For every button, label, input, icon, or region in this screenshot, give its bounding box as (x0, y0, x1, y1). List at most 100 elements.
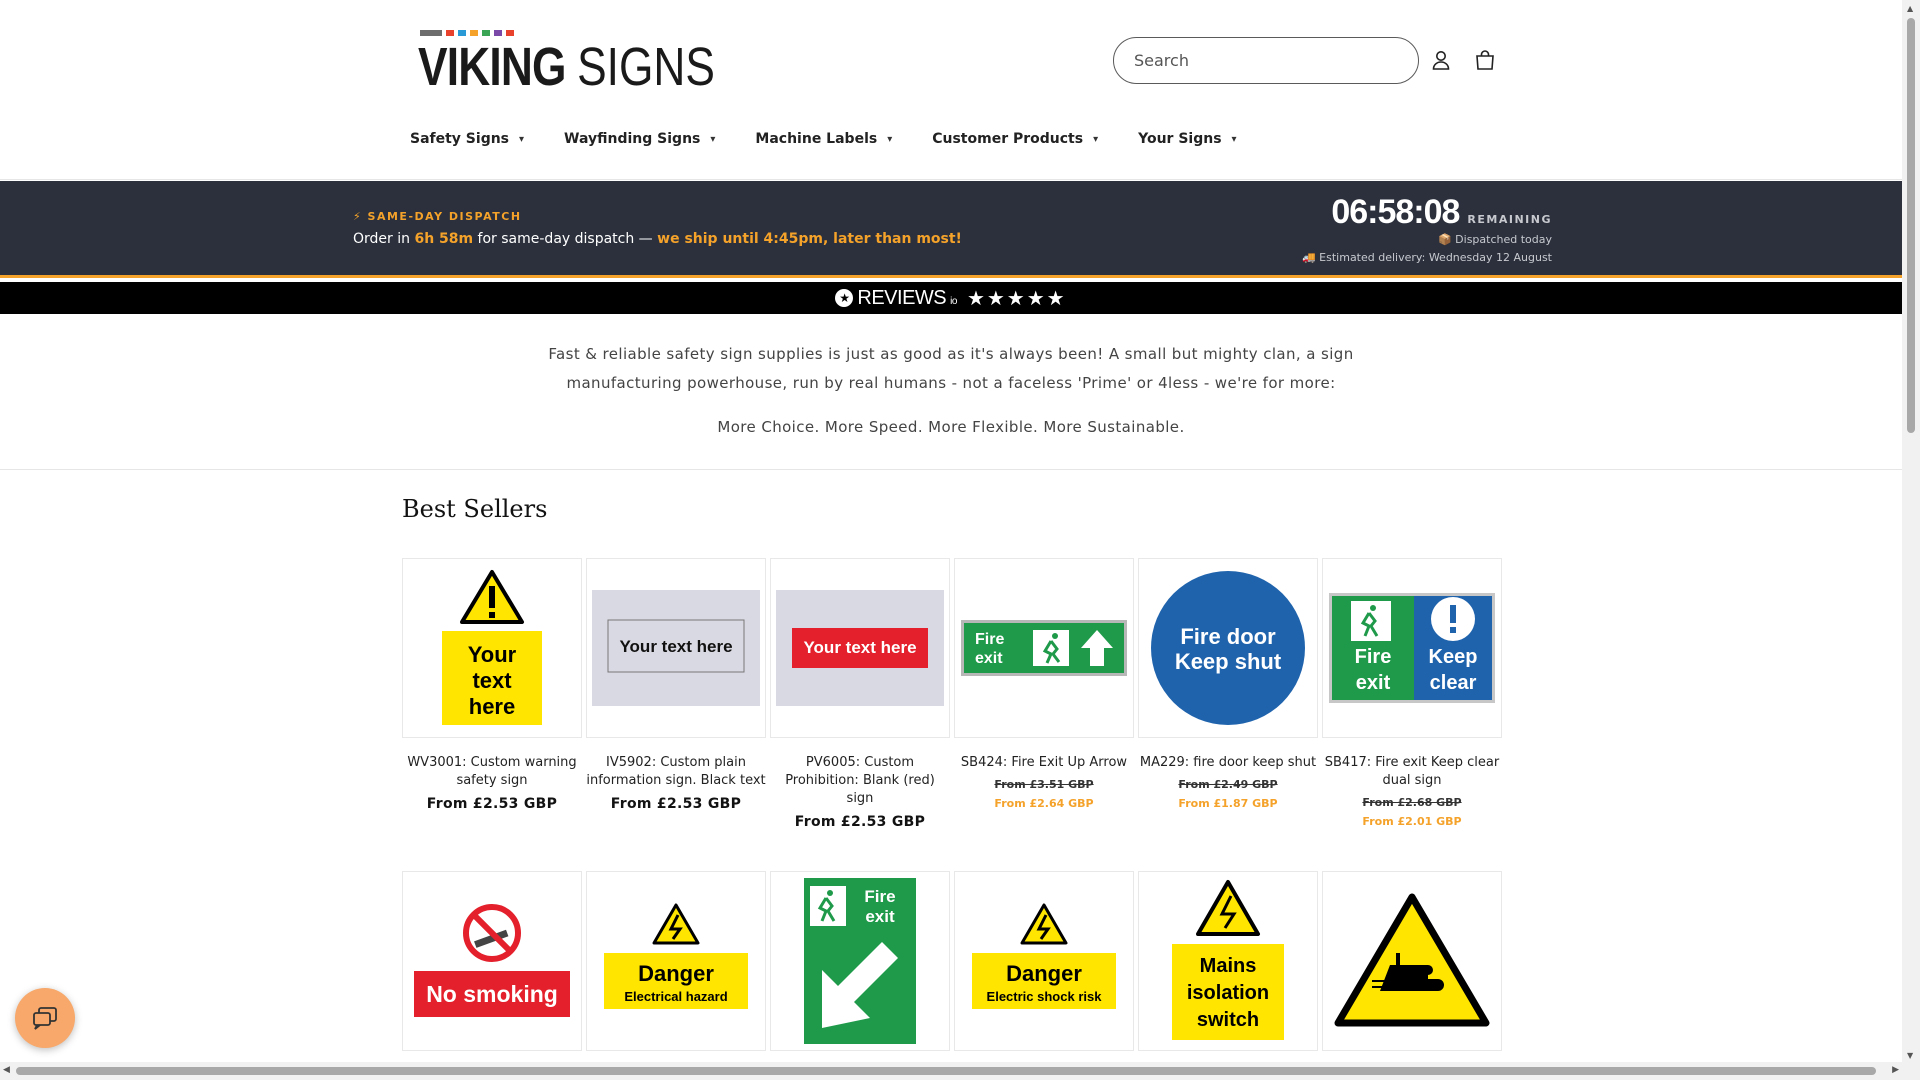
intro-line-2: manufacturing powerhouse, run by real hu… (566, 374, 1336, 392)
dispatched-today-text: 📦 Dispatched today (1437, 233, 1552, 246)
product-card[interactable]: Danger Electrical hazard (586, 871, 766, 1051)
product-card[interactable] (1322, 871, 1502, 1051)
product-title[interactable]: WV3001: Custom warning safety sign (402, 754, 582, 790)
scroll-right-arrow-icon[interactable]: ▶ (1892, 1065, 1899, 1075)
nav-label: Machine Labels (755, 131, 878, 147)
product-sale-price: From £2.01 GBP (1362, 815, 1462, 828)
product-old-price: From £2.49 GBP (1178, 778, 1278, 791)
chevron-down-icon: ▾ (1231, 133, 1237, 145)
chat-icon (33, 1007, 57, 1030)
danger-electrical-hazard-sign-graphic: Danger Electrical hazard (604, 903, 748, 1009)
reviews-bar[interactable]: ★ REVIEWS io ★★★★★ (0, 282, 1902, 314)
red-prohibition-sign-graphic: Your text here (776, 590, 944, 706)
product-image-ma229[interactable]: Fire door Keep shut (1138, 558, 1318, 738)
vertical-scroll-thumb[interactable] (1907, 18, 1915, 433)
countdown: 06:58:08 REMAINING (1331, 193, 1552, 232)
mains-isolation-switch-sign-graphic: Mains isolation switch (1172, 880, 1284, 1040)
product-card[interactable]: Mains isolation switch (1138, 871, 1318, 1051)
product-image-pv6005[interactable]: Your text here (770, 558, 950, 738)
cart-icon[interactable] (1469, 44, 1501, 76)
product-sale-price: From £1.87 GBP (1178, 797, 1278, 810)
fire-exit-down-left-sign-graphic: Fire exit (804, 878, 916, 1044)
chevron-down-icon: ▾ (519, 133, 525, 145)
product-title[interactable]: IV5902: Custom plain information sign. B… (586, 754, 766, 790)
product-card[interactable]: Fire exit Keep clear SB417: Fire exit Ke… (1322, 558, 1502, 828)
search-input[interactable] (1114, 38, 1418, 83)
product-image-sb424[interactable]: Fire exit (954, 558, 1134, 738)
product-image-sb417[interactable]: Fire exit Keep clear (1322, 558, 1502, 738)
sign-text: Danger (1006, 961, 1082, 986)
product-title[interactable]: SB417: Fire exit Keep clear dual sign (1322, 754, 1502, 790)
sign-text: Mains (1200, 955, 1257, 977)
product-old-price: From £3.51 GBP (994, 778, 1094, 791)
star-circle-icon: ★ (835, 289, 854, 307)
product-title[interactable]: SB424: Fire Exit Up Arrow (954, 754, 1134, 772)
sign-text: Keep shut (1175, 649, 1282, 674)
dispatch-msg-time: 6h 58m (414, 231, 474, 247)
product-card[interactable]: Fire exit (770, 871, 950, 1051)
product-card[interactable]: Your text here PV6005: Custom Prohibitio… (770, 558, 950, 830)
rating-stars: ★★★★★ (966, 286, 1067, 310)
product-image-danger-electric-shock[interactable]: Danger Electric shock risk (954, 871, 1134, 1051)
nav-wayfinding-signs[interactable]: Wayfinding Signs ▾ (564, 131, 715, 147)
product-card[interactable]: Danger Electric shock risk (954, 871, 1134, 1051)
vertical-scrollbar[interactable]: ▲ ▼ (1902, 0, 1920, 1080)
chevron-down-icon: ▾ (887, 133, 893, 145)
product-card[interactable]: Your text here IV5902: Custom plain info… (586, 558, 766, 812)
product-price: From £2.53 GBP (610, 796, 742, 812)
sign-text: Your text here (803, 638, 916, 657)
chat-launcher-button[interactable] (15, 988, 75, 1048)
intro-text: Fast & reliable safety sign supplies is … (0, 340, 1902, 442)
sign-text: Danger (638, 961, 714, 986)
scroll-down-arrow-icon[interactable]: ▼ (1907, 1051, 1913, 1060)
search-box[interactable] (1113, 37, 1419, 84)
sign-text: exit (975, 650, 1003, 667)
chevron-down-icon: ▾ (1093, 133, 1099, 145)
horizontal-scroll-thumb[interactable] (16, 1067, 1876, 1075)
product-title[interactable]: PV6005: Custom Prohibition: Blank (red) … (770, 754, 950, 808)
sign-text: No smoking (426, 981, 558, 1007)
sign-text: Your (468, 642, 517, 667)
product-title[interactable]: MA229: fire door keep shut (1138, 754, 1318, 772)
nav-customer-products[interactable]: Customer Products ▾ (932, 131, 1098, 147)
plain-info-sign-graphic: Your text here (592, 590, 760, 706)
product-old-price: From £2.68 GBP (1362, 796, 1462, 809)
sign-text: Fire (975, 631, 1004, 648)
product-image-wv3001[interactable]: Your text here (402, 558, 582, 738)
nav-safety-signs[interactable]: Safety Signs ▾ (410, 131, 524, 147)
nav-machine-labels[interactable]: Machine Labels ▾ (755, 131, 892, 147)
product-image-danger-electrical-hazard[interactable]: Danger Electrical hazard (586, 871, 766, 1051)
reviews-io-logo: ★ REVIEWS io (835, 287, 957, 310)
viking-signs-logo[interactable]: VIKING SIGNS (418, 28, 715, 97)
product-image-mains-isolation-switch[interactable]: Mains isolation switch (1138, 871, 1318, 1051)
sign-text: Fire (864, 887, 895, 906)
product-image-no-smoking[interactable]: No smoking (402, 871, 582, 1051)
site-header: VIKING SIGNS Safety Signs ▾ Wayfinding Si… (0, 0, 1902, 180)
best-sellers-title: Best Sellers (402, 495, 548, 523)
chevron-down-icon: ▾ (710, 133, 716, 145)
product-image-hand-crush-warning[interactable] (1322, 871, 1502, 1051)
dispatch-msg-pre: Order in (353, 231, 415, 247)
countdown-remaining-label: REMAINING (1467, 213, 1552, 226)
section-divider (0, 469, 1902, 470)
sign-text: Your text here (619, 637, 732, 656)
nav-label: Your Signs (1138, 131, 1222, 147)
main-nav: Safety Signs ▾ Wayfinding Signs ▾ Machine … (410, 131, 1237, 147)
dispatch-tag: ⚡ SAME-DAY DISPATCH (353, 210, 522, 223)
product-card[interactable]: Your text here WV3001: Custom warning sa… (402, 558, 582, 812)
product-card[interactable]: Fire exit SB424: Fire Exit Up Arrow From… (954, 558, 1134, 810)
dispatch-banner: ⚡ SAME-DAY DISPATCH Order in 6h 58m for … (0, 181, 1902, 278)
product-card[interactable]: No smoking (402, 871, 582, 1051)
countdown-timer: 06:58:08 (1331, 193, 1460, 231)
horizontal-scrollbar[interactable]: ◀ ▶ (0, 1062, 1902, 1080)
nav-your-signs[interactable]: Your Signs ▾ (1138, 131, 1236, 147)
product-image-fire-exit-down-left[interactable]: Fire exit (770, 871, 950, 1051)
product-image-iv5902[interactable]: Your text here (586, 558, 766, 738)
sign-text: Fire door (1180, 624, 1276, 649)
scroll-up-arrow-icon[interactable]: ▲ (1907, 4, 1913, 13)
sign-text: exit (865, 907, 895, 926)
scroll-left-arrow-icon[interactable]: ◀ (3, 1065, 10, 1075)
sign-text: isolation (1187, 982, 1269, 1004)
product-card[interactable]: Fire door Keep shut MA229: fire door kee… (1138, 558, 1318, 810)
account-icon[interactable] (1425, 44, 1457, 76)
